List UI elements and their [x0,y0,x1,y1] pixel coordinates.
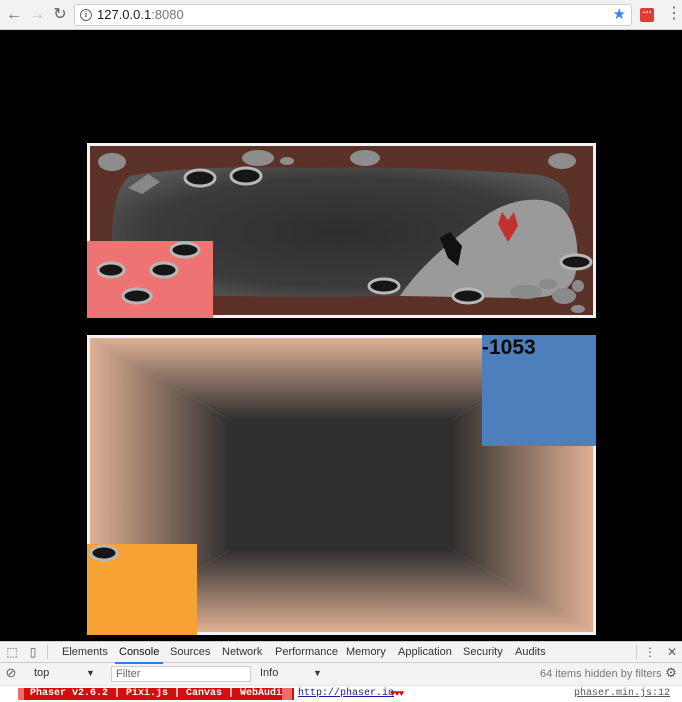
hearts-icon: ♥♥♥ [390,688,404,698]
source-link[interactable]: phaser.min.js:12 [574,688,670,700]
filter-input[interactable] [111,666,251,682]
mole-hole [229,166,263,186]
mole-hole [169,241,201,259]
mole-hole [183,168,217,188]
tab-security[interactable]: Security [463,645,503,660]
phaser-link[interactable]: http://phaser.io [298,688,394,700]
phaser-version-badge: Phaser v2.6.2 | Pixi.js | Canvas | WebAu… [18,688,295,700]
score-text: -1053 [482,336,536,359]
more-options-icon[interactable]: ⋮ [643,645,657,659]
tab-application[interactable]: Application [398,645,452,660]
tab-audits[interactable]: Audits [515,645,546,660]
extension-icon[interactable] [640,5,654,22]
mole-hole [367,277,401,295]
rock [242,150,274,166]
clear-console-icon[interactable]: ⊘ [4,666,18,680]
browser-toolbar: ← → ↻ i 127.0.0.1:8080 ★ ⋮ [0,0,682,30]
browser-menu-icon[interactable]: ⋮ [666,4,682,24]
url-port: :8080 [151,7,184,22]
chevron-down-icon[interactable]: ▼ [313,668,322,678]
url-host: 127.0.0.1 [97,7,152,22]
rock [510,285,542,299]
device-toolbar-icon[interactable]: ▯ [26,645,40,659]
rock [280,157,294,165]
log-level-select[interactable]: Info [260,667,278,679]
reload-icon[interactable]: ↻ [50,5,70,25]
badge-tail [282,688,292,700]
mole-hole [96,261,126,279]
tab-performance[interactable]: Performance [275,645,338,660]
orange-panel[interactable] [87,544,197,635]
mole-hole [121,287,153,305]
tab-network[interactable]: Network [222,645,262,660]
rock [350,150,380,166]
devtools-panel: ⬚ ▯ Elements Console Sources Network Per… [0,641,682,702]
rock [539,279,557,289]
context-select[interactable]: top [34,667,49,679]
tab-console[interactable]: Console [114,645,164,664]
mole-hole [559,253,593,271]
tab-memory[interactable]: Memory [346,645,386,660]
devtools-tab-bar: ⬚ ▯ Elements Console Sources Network Per… [0,642,682,664]
gear-icon[interactable]: ⚙ [664,666,678,680]
address-bar[interactable]: i 127.0.0.1:8080 ★ [74,4,632,26]
close-icon[interactable]: ✕ [665,645,679,659]
rock [572,280,584,292]
rock [552,288,576,304]
mole-hole [149,261,179,279]
orange-panel-holes [89,544,119,562]
url-text: 127.0.0.1:8080 [97,7,184,23]
mole-hole [451,287,485,305]
pink-panel[interactable] [87,241,213,318]
room-back-wall [230,420,452,550]
console-toolbar: ⊘ top ▼ Info ▼ 64 items hidden by filter… [0,664,682,684]
hidden-items-count: 64 items hidden by filters [540,668,662,680]
forward-arrow-icon[interactable]: → [27,5,47,25]
chevron-down-icon[interactable]: ▼ [86,668,95,678]
rock [98,153,126,171]
site-info-icon[interactable]: i [80,9,92,21]
rock [548,153,576,169]
mole-hole [89,544,119,562]
console-log-row: Phaser v2.6.2 | Pixi.js | Canvas | WebAu… [0,685,682,702]
tab-elements[interactable]: Elements [62,645,108,660]
back-arrow-icon[interactable]: ← [4,5,24,25]
divider [636,645,637,659]
tab-sources[interactable]: Sources [170,645,210,660]
divider [47,645,48,659]
inspect-element-icon[interactable]: ⬚ [5,645,19,659]
rock [571,305,585,313]
bookmark-star-icon[interactable]: ★ [613,6,626,24]
pink-panel-holes [96,241,201,305]
